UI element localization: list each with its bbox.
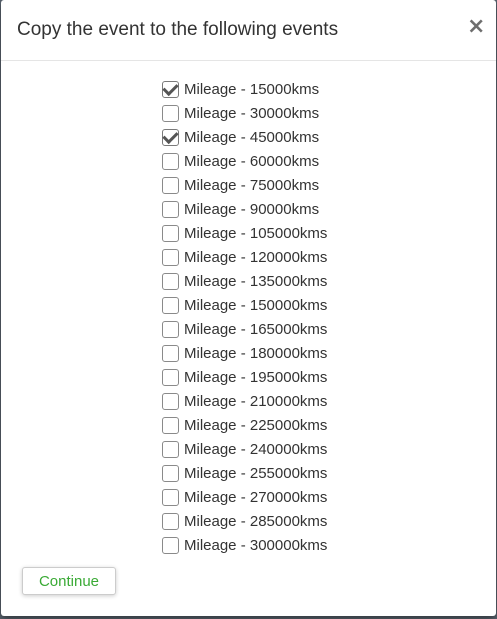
event-checkbox[interactable]	[162, 272, 179, 290]
event-item[interactable]: Mileage - 30000kms	[162, 102, 497, 126]
event-checkbox[interactable]	[162, 464, 179, 482]
event-item[interactable]: Mileage - 255000kms	[162, 462, 497, 486]
event-checkbox[interactable]	[162, 368, 179, 386]
event-item[interactable]: Mileage - 210000kms	[162, 390, 497, 414]
checkmark-icon	[162, 127, 179, 144]
event-item[interactable]: Mileage - 285000kms	[162, 510, 497, 534]
event-checkbox[interactable]	[162, 200, 179, 218]
event-checkbox[interactable]	[162, 152, 179, 170]
event-checkbox[interactable]	[162, 344, 179, 362]
copy-event-dialog: Copy the event to the following events ×…	[1, 0, 496, 616]
event-item[interactable]: Mileage - 195000kms	[162, 366, 497, 390]
event-checkbox[interactable]	[162, 488, 179, 506]
event-label: Mileage - 285000kms	[184, 513, 328, 530]
event-item[interactable]: Mileage - 90000kms	[162, 198, 497, 222]
event-label: Mileage - 30000kms	[184, 105, 320, 122]
event-checkbox[interactable]	[162, 416, 179, 434]
event-item[interactable]: Mileage - 165000kms	[162, 318, 497, 342]
event-checkbox[interactable]	[162, 104, 179, 122]
event-item[interactable]: Mileage - 270000kms	[162, 486, 497, 510]
event-checkbox[interactable]	[162, 440, 179, 458]
event-label: Mileage - 240000kms	[184, 441, 328, 458]
event-checkbox[interactable]	[162, 320, 179, 338]
dialog-body: Mileage - 15000kms Mileage - 30000kms Mile…	[1, 78, 496, 558]
event-checkbox[interactable]	[162, 536, 179, 554]
event-checkbox[interactable]	[162, 224, 179, 242]
event-checkbox[interactable]	[162, 392, 179, 410]
event-item[interactable]: Mileage - 180000kms	[162, 342, 497, 366]
event-checkbox[interactable]	[162, 176, 179, 194]
dialog-title: Copy the event to the following events	[17, 19, 339, 40]
event-checkbox[interactable]	[162, 79, 179, 98]
close-button[interactable]: ×	[467, 15, 485, 39]
event-label: Mileage - 180000kms	[184, 345, 328, 362]
event-label: Mileage - 15000kms	[184, 81, 320, 98]
event-label: Mileage - 90000kms	[184, 201, 320, 218]
event-item[interactable]: Mileage - 135000kms	[162, 270, 497, 294]
event-item[interactable]: Mileage - 225000kms	[162, 414, 497, 438]
event-item[interactable]: Mileage - 15000kms	[162, 78, 497, 102]
event-label: Mileage - 195000kms	[184, 369, 328, 386]
event-label: Mileage - 210000kms	[184, 393, 328, 410]
event-label: Mileage - 270000kms	[184, 489, 328, 506]
event-checkbox-list: Mileage - 15000kms Mileage - 30000kms Mile…	[162, 78, 497, 558]
event-item[interactable]: Mileage - 60000kms	[162, 150, 497, 174]
event-checkbox[interactable]	[162, 512, 179, 530]
event-item[interactable]: Mileage - 240000kms	[162, 438, 497, 462]
event-item[interactable]: Mileage - 75000kms	[162, 174, 497, 198]
continue-button[interactable]: Continue	[22, 567, 116, 595]
event-item[interactable]: Mileage - 105000kms	[162, 222, 497, 246]
event-label: Mileage - 225000kms	[184, 417, 328, 434]
event-label: Mileage - 135000kms	[184, 273, 328, 290]
dialog-header: Copy the event to the following events ×	[1, 0, 496, 61]
event-item[interactable]: Mileage - 120000kms	[162, 246, 497, 270]
event-label: Mileage - 120000kms	[184, 249, 328, 266]
event-label: Mileage - 255000kms	[184, 465, 328, 482]
event-label: Mileage - 105000kms	[184, 225, 328, 242]
event-item[interactable]: Mileage - 150000kms	[162, 294, 497, 318]
event-label: Mileage - 165000kms	[184, 321, 328, 338]
event-label: Mileage - 45000kms	[184, 129, 320, 146]
event-label: Mileage - 75000kms	[184, 177, 320, 194]
event-item[interactable]: Mileage - 45000kms	[162, 126, 497, 150]
event-checkbox[interactable]	[162, 127, 179, 146]
event-label: Mileage - 150000kms	[184, 297, 328, 314]
event-checkbox[interactable]	[162, 296, 179, 314]
event-label: Mileage - 300000kms	[184, 537, 328, 554]
event-label: Mileage - 60000kms	[184, 153, 320, 170]
checkmark-icon	[162, 79, 179, 96]
event-checkbox[interactable]	[162, 248, 179, 266]
event-item[interactable]: Mileage - 300000kms	[162, 534, 497, 558]
